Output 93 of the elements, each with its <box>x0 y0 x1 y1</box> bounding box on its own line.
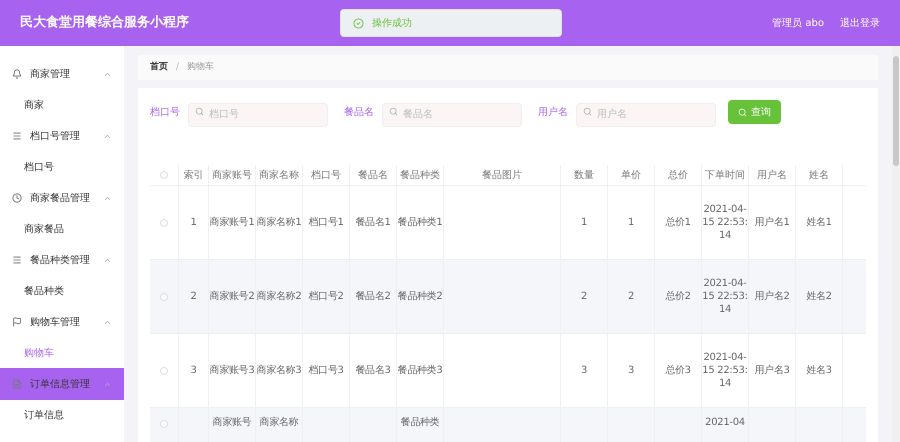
table-cell: 档口号1 <box>308 216 344 229</box>
row-checkbox[interactable] <box>160 218 168 226</box>
column-header: 数量 <box>560 165 607 185</box>
table-cell: 用户名3 <box>754 364 790 377</box>
field-label: 餐品名 <box>344 106 374 120</box>
table-cell: 2 <box>190 290 197 303</box>
menu-item[interactable]: 购物车 <box>0 338 124 368</box>
table-cell: 1 <box>190 216 197 229</box>
table-cell: 餐品名2 <box>355 290 391 303</box>
table-cell: 商家账号1 <box>210 216 254 229</box>
success-icon <box>353 18 364 28</box>
select-all-checkbox[interactable] <box>160 171 168 179</box>
table-cell: 3 <box>628 364 634 377</box>
table-cell: 餐品种类3 <box>398 364 442 377</box>
table-cell: 姓名2 <box>806 290 832 303</box>
table-cell: 2021-04-15 22:53:14 <box>702 277 748 316</box>
table-cell: 姓名1 <box>806 216 832 229</box>
table-cell: 总价1 <box>665 216 691 229</box>
table-cell-text: 商家账号 <box>212 416 252 430</box>
search-icon <box>583 107 592 116</box>
table-cell: 总价2 <box>665 290 691 303</box>
table-cell: 商家账号3 <box>210 364 254 377</box>
menu-item[interactable]: 商家餐品 <box>0 214 124 244</box>
breadcrumb-link[interactable]: 首页 <box>150 60 168 74</box>
column-header: 商家账号 <box>208 165 255 185</box>
row-checkbox[interactable] <box>160 366 168 374</box>
column-header: 餐品图片 <box>443 165 560 185</box>
search-icon <box>389 107 398 116</box>
breadcrumb-separator: / <box>176 60 180 74</box>
table-cell: 总价3 <box>665 364 691 377</box>
column-header: 姓名 <box>795 165 842 185</box>
column-header: 档口号 <box>302 165 349 185</box>
app-title: 民大食堂用餐综合服务小程序 <box>20 14 189 32</box>
column-header: 单价 <box>607 165 654 185</box>
table-cell: 3 <box>580 364 588 377</box>
table-cell: 用户名2 <box>754 290 790 303</box>
table-cell: 2021-04-15 22:53:14 <box>702 351 748 390</box>
column-header: 总价 <box>654 165 701 185</box>
menu-item[interactable]: 餐品种类 <box>0 276 124 306</box>
table-cell: 2021-04-15 22:53:14 <box>702 203 748 242</box>
row-checkbox[interactable] <box>160 292 168 300</box>
menu-item[interactable]: 订单信息 <box>0 400 124 430</box>
menu-group[interactable]: 购物车管理 <box>0 306 124 338</box>
table-cell: 商家名称2 <box>256 290 302 303</box>
menu-item[interactable]: 档口号 <box>0 152 124 182</box>
breadcrumb-current: 购物车 <box>187 60 214 74</box>
field-label: 档口号 <box>150 106 180 120</box>
column-header: 商家名称 <box>255 165 302 185</box>
table-cell-text: 商家名称 <box>260 416 298 430</box>
table-cell-text: 餐品种类 <box>400 416 440 430</box>
table-cell: 1 <box>628 216 634 229</box>
logout-link[interactable]: 退出登录 <box>840 16 880 30</box>
search-icon <box>195 107 204 116</box>
column-header: 下单时间 <box>701 165 748 185</box>
search-field[interactable]: 档口号 <box>188 102 328 126</box>
table-cell: 档口号2 <box>308 290 344 303</box>
menu-icon <box>12 379 22 389</box>
table-cell: 2 <box>580 290 588 303</box>
search-icon <box>738 108 747 116</box>
menu-item[interactable]: 商家 <box>0 90 124 120</box>
table-cell: 商家账号2 <box>210 290 254 303</box>
table-cell-text: 2021-04 <box>705 416 745 430</box>
table-cell: 餐品种类2 <box>398 290 442 303</box>
menu-icon <box>12 255 22 265</box>
menu-group[interactable]: 档口号管理 <box>0 120 124 152</box>
row-checkbox[interactable] <box>160 420 168 428</box>
toast-message: 操作成功 <box>372 16 412 30</box>
table-cell: 用户名1 <box>754 216 790 229</box>
table-cell: 餐品名3 <box>355 364 391 377</box>
table-cell: 姓名3 <box>806 364 832 377</box>
menu-icon <box>12 69 22 79</box>
column-header: 用户名 <box>748 165 795 185</box>
table-cell: 2 <box>628 290 634 303</box>
column-header: 餐品名 <box>349 165 396 185</box>
table-cell: 餐品种类1 <box>398 216 442 229</box>
table-cell: 餐品名1 <box>355 216 391 229</box>
table-cell: 商家名称3 <box>256 364 302 377</box>
menu-icon <box>12 193 22 203</box>
menu-group[interactable]: 商家餐品管理 <box>0 182 124 214</box>
menu-group[interactable]: 商家管理 <box>0 58 124 90</box>
menu-icon <box>12 317 22 327</box>
table-cell: 档口号3 <box>308 364 344 377</box>
field-label: 用户名 <box>538 106 568 120</box>
search-field[interactable]: 餐品名 <box>382 102 522 126</box>
search-field[interactable]: 用户名 <box>576 102 716 126</box>
column-header: 索引 <box>178 165 208 185</box>
menu-icon <box>12 131 22 141</box>
table-cell: 商家名称1 <box>256 216 302 229</box>
table-cell: 3 <box>190 364 197 377</box>
menu-group[interactable]: 餐品种类管理 <box>0 244 124 276</box>
table-cell: 1 <box>580 216 588 229</box>
admin-user: 管理员 abo <box>772 16 824 30</box>
column-header: 餐品种类 <box>396 165 443 185</box>
